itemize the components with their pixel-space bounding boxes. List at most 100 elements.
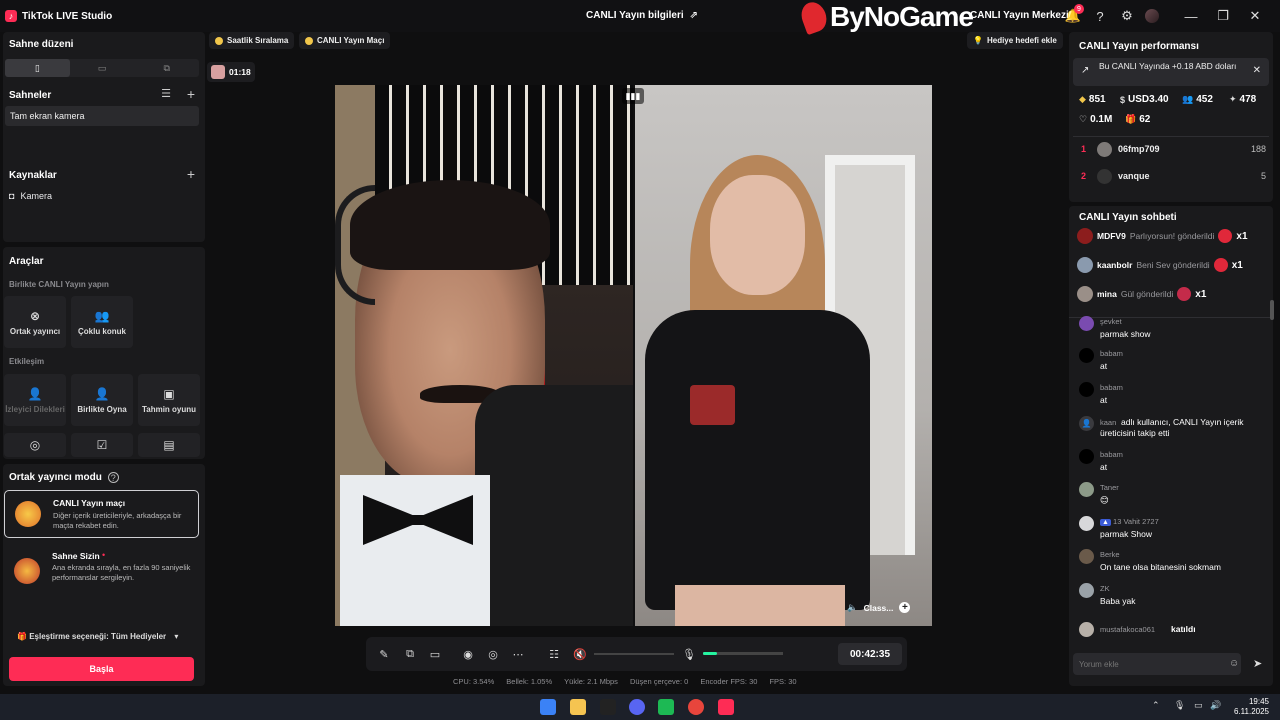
cohost-face	[710, 175, 805, 295]
gear-icon[interactable]: ⚙	[1119, 8, 1135, 24]
ranking-row[interactable]: 1 06fmp709 188	[1081, 140, 1266, 158]
emoji-icon[interactable]: ☺	[1229, 658, 1239, 669]
link-icon: ⊗	[29, 308, 41, 323]
chat-title: CANLI Yayın sohbeti	[1079, 212, 1177, 223]
sources-title: Kaynaklar	[9, 170, 57, 181]
add-source-icon[interactable]: +	[187, 166, 195, 182]
prediction-button[interactable]: ▣ Tahmin oyunu	[138, 374, 200, 426]
effects-icon[interactable]: ⧉	[402, 646, 418, 662]
minimize-icon[interactable]: —	[1183, 8, 1199, 24]
live-match-button[interactable]: CANLI Yayın Maçı	[299, 32, 391, 49]
volume-icon[interactable]: 🔊	[1210, 700, 1221, 711]
record-icon[interactable]: ◉	[460, 646, 476, 662]
volume-slider[interactable]	[594, 653, 674, 655]
file-explorer-icon[interactable]	[570, 699, 586, 715]
layout-landscape-tab[interactable]: ▭	[70, 59, 135, 77]
box-tool-button[interactable]: ▤	[138, 433, 200, 457]
windows-start-icon[interactable]	[540, 699, 556, 715]
clock[interactable]: 19:45 6.11.2025	[1234, 697, 1269, 717]
hourly-rank-button[interactable]: Saatlik Sıralama	[209, 32, 295, 49]
mixer-icon[interactable]: ☷	[546, 646, 562, 662]
add-icon[interactable]: +	[899, 602, 911, 613]
source-item[interactable]: ◘ Kamera	[9, 191, 52, 201]
gifts-value: 62	[1139, 114, 1151, 125]
camera-switch-icon[interactable]: ◎	[485, 646, 501, 662]
cohost-chip[interactable]: 🔈 Class... +	[847, 602, 911, 613]
diamond-icon: ◆	[1079, 94, 1086, 104]
mic-level-fill	[703, 652, 718, 655]
mute-speaker-icon[interactable]: 🔇	[572, 646, 588, 662]
caption-icon[interactable]: ▭	[427, 646, 443, 662]
audio-bars-icon[interactable]: ▮▮▮	[622, 88, 644, 104]
mic-icon[interactable]: 🎙	[681, 646, 697, 662]
stage-card[interactable]: Sahne Sizin • Ana ekranda sırayla, en fa…	[4, 548, 199, 596]
layout-tabs: ▯ ▭ ⧉	[5, 59, 199, 77]
app-icon[interactable]	[658, 699, 674, 715]
tiktok-icon[interactable]	[718, 699, 734, 715]
match-preference-select[interactable]: 🎁 Eşleştirme seçeneği: Tüm Hediyeler ▾	[17, 632, 178, 641]
chat-scrollbar[interactable]	[1270, 300, 1274, 320]
comment-input[interactable]	[1073, 653, 1241, 675]
viewer-wishes-button[interactable]: 👤 İzleyici Dilekleri	[4, 374, 66, 426]
monitor-icon[interactable]: ▭	[1194, 700, 1203, 711]
match-desc: Diğer içerik üreticileriyle, arkadaşça b…	[53, 511, 182, 530]
creator-center-link[interactable]: CANLI Yayın Merkezi	[970, 10, 1069, 21]
new-dot-icon: •	[102, 550, 106, 560]
gift-icon: 🎁	[17, 632, 27, 641]
chat-username-text: 13 Vahit 2727	[1113, 517, 1159, 526]
ranking-row[interactable]: 2 vanque 5	[1081, 167, 1266, 185]
diamonds-stat: ◆ 851	[1079, 94, 1106, 105]
cpu-stat: CPU: 3.54%	[453, 677, 495, 686]
avatar	[1077, 286, 1093, 302]
maximize-icon[interactable]: ❐	[1215, 8, 1231, 24]
list-icon[interactable]: ☰	[161, 87, 171, 100]
help-icon[interactable]: ?	[107, 472, 119, 483]
gift-timer[interactable]: 01:18	[207, 62, 255, 82]
clock-date: 6.11.2025	[1234, 707, 1269, 716]
encoder-fps-stat: Encoder FPS: 30	[700, 677, 758, 686]
magic-wand-icon[interactable]: ✎	[376, 646, 392, 662]
chrome-icon[interactable]	[688, 699, 704, 715]
gift-goal-button[interactable]: 💡 Hediye hedefi ekle	[967, 32, 1063, 49]
share-icon: ⇗	[689, 10, 699, 21]
chat-text: parmak show	[1100, 329, 1151, 339]
scene-item[interactable]: Tam ekran kamera	[5, 106, 199, 126]
level-badge: ▲	[1100, 519, 1111, 526]
help-icon[interactable]: ?	[1092, 8, 1108, 24]
avatar	[1079, 482, 1094, 497]
cohost-mode-title: Ortak yayıncı modu	[9, 472, 102, 483]
gift-count: x1	[1236, 230, 1248, 242]
close-icon[interactable]: ✕	[1253, 65, 1261, 76]
chat-text: at	[1100, 361, 1108, 371]
start-button[interactable]: Başla	[9, 657, 194, 681]
mic-icon[interactable]: 🎙	[1174, 700, 1185, 711]
close-icon[interactable]: ✕	[1247, 8, 1263, 24]
chat-username: babam	[1100, 450, 1123, 459]
multi-guest-button[interactable]: 👥 Çoklu konuk	[71, 296, 133, 348]
discord-icon[interactable]	[629, 699, 645, 715]
gift-icon	[1218, 229, 1233, 243]
gift-event: mina Gül gönderildi x1	[1077, 286, 1206, 302]
cohost-legs	[675, 585, 845, 626]
play-together-button[interactable]: 👤 Birlikte Oyna	[71, 374, 133, 426]
chevron-up-icon[interactable]: ⌃	[1152, 700, 1160, 711]
avatar[interactable]	[1145, 9, 1159, 23]
gifts-stat: 🎁 62	[1125, 114, 1150, 125]
live-info-button[interactable]: CANLI Yayın bilgileri ⇗	[586, 10, 698, 21]
viewers-value: 452	[1196, 94, 1213, 105]
more-icon[interactable]: ⋯	[510, 646, 526, 662]
target-tool-button[interactable]: ◎	[4, 433, 66, 457]
performance-panel: CANLI Yayın performansı ↗ Bu CANLI Yayın…	[1069, 32, 1273, 202]
gift-event: MDFV9 Parlıyorsun! gönderildi x1	[1077, 228, 1248, 244]
scenes-title: Sahneler	[9, 90, 52, 101]
live-match-card[interactable]: CANLI Yayın maçı Diğer içerik üreticiler…	[4, 490, 199, 538]
gift-sender: MDFV9	[1097, 231, 1126, 241]
layout-portrait-tab[interactable]: ▯	[5, 59, 70, 77]
cohost-tool-button[interactable]: ⊗ Ortak yayıncı	[4, 296, 66, 348]
send-icon[interactable]: ➤	[1253, 657, 1262, 670]
terminal-icon[interactable]	[600, 699, 616, 715]
layout-multi-tab[interactable]: ⧉	[134, 59, 199, 77]
poll-tool-button[interactable]: ☑	[71, 433, 133, 457]
add-scene-icon[interactable]: +	[187, 86, 195, 102]
live-preview[interactable]: ▮▮▮ 🔈 Class... +	[335, 85, 932, 626]
